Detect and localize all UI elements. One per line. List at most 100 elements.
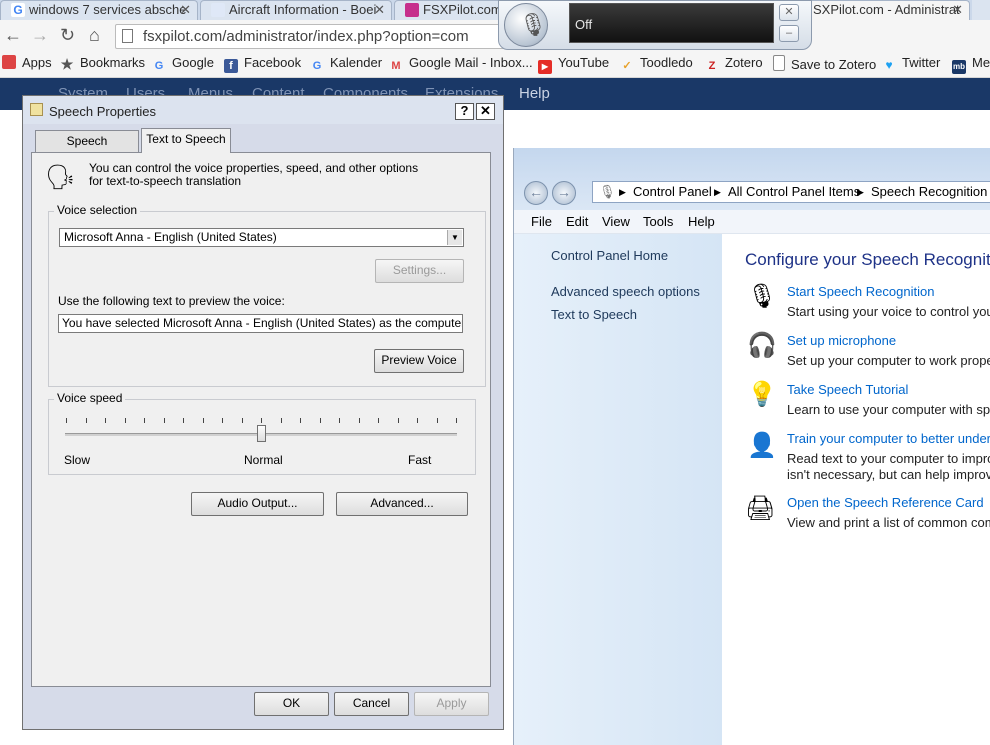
help-button[interactable]: ? <box>455 103 474 120</box>
url-text: fsxpilot.com/administrator/index.php?opt… <box>143 28 469 45</box>
back-icon[interactable]: ← <box>4 25 22 46</box>
task-train-computer[interactable]: Train your computer to better understa <box>787 431 990 446</box>
menu-view[interactable]: View <box>602 214 630 229</box>
forward-icon[interactable]: → <box>552 181 576 205</box>
bookmark-label: Google <box>172 55 214 70</box>
bookmark-label: YouTube <box>558 55 610 70</box>
slider-tick <box>436 418 438 423</box>
browser-tab[interactable]: G windows 7 services absche ✕ <box>0 0 198 20</box>
task-open-reference-card[interactable]: Open the Speech Reference Card <box>787 495 984 510</box>
browser-tab[interactable]: FSXPilot.com - <box>394 0 504 20</box>
task-set-up-microphone[interactable]: Set up microphone <box>787 333 896 348</box>
breadcrumb-all-items[interactable]: All Control Panel Items <box>728 182 860 202</box>
breadcrumb-speech-recognition[interactable]: Speech Recognition <box>871 182 987 202</box>
bookmark-kalender[interactable]: G Kalender <box>310 55 382 73</box>
dialog-titlebar: Speech Properties ? ✕ <box>23 96 503 124</box>
close-tab-icon[interactable]: ✕ <box>180 1 191 18</box>
tab-label: Aircraft Information - Boei <box>229 2 377 17</box>
reload-icon[interactable]: ↻ <box>60 25 75 46</box>
settings-button[interactable]: Settings... <box>375 259 464 283</box>
menu-file[interactable]: File <box>531 214 552 229</box>
task-start-speech-recognition[interactable]: Start Speech Recognition <box>787 284 934 299</box>
ok-button[interactable]: OK <box>254 692 329 716</box>
bookmark-facebook[interactable]: f Facebook <box>224 55 301 73</box>
close-tab-icon[interactable]: ✕ <box>952 1 963 18</box>
task-description: Read text to your computer to improve <box>787 451 990 466</box>
bookmark-toodledo[interactable]: ✓ Toodledo <box>620 55 693 73</box>
checkmark-icon: ✓ <box>622 60 632 72</box>
bookmark-youtube[interactable]: ▶ YouTube <box>538 55 609 74</box>
close-widget-button[interactable]: ✕ <box>779 4 799 21</box>
back-icon[interactable]: ← <box>524 181 548 205</box>
new-tab-button[interactable] <box>972 0 990 20</box>
task-take-speech-tutorial[interactable]: Take Speech Tutorial <box>787 382 908 397</box>
bookmark-apps[interactable]: Apps <box>2 55 52 70</box>
slider-tick <box>339 418 340 423</box>
minimize-widget-button[interactable]: – <box>779 25 799 42</box>
browser-tab[interactable]: Aircraft Information - Boei ✕ <box>200 0 392 20</box>
preview-text-input[interactable]: You have selected Microsoft Anna - Engli… <box>58 314 463 333</box>
dialog-intro-text: You can control the voice properties, sp… <box>89 161 419 188</box>
task-description: View and print a list of common comm <box>787 515 990 530</box>
bookmark-label: Me <box>972 55 990 70</box>
slider-tick <box>222 418 223 423</box>
control-panel-address-bar[interactable]: 🎙 ▶ Control Panel ▶ All Control Panel It… <box>592 181 990 203</box>
fsxpilot-icon <box>405 3 419 17</box>
page-icon <box>211 3 225 17</box>
lightbulb-icon: 💡 <box>747 381 777 408</box>
google-icon: G <box>312 60 322 72</box>
voice-speed-label: Voice speed <box>54 391 126 405</box>
task-description: isn't necessary, but can help improve d <box>787 467 990 482</box>
speech-properties-dialog: Speech Properties ? ✕ Speech Recognition… <box>22 95 504 730</box>
apply-button[interactable]: Apply <box>414 692 489 716</box>
slider-tick <box>163 418 165 423</box>
cancel-button[interactable]: Cancel <box>334 692 409 716</box>
tab-text-to-speech[interactable]: Text to Speech <box>141 128 231 153</box>
bookmark-google[interactable]: G Google <box>152 55 214 73</box>
microphone-button[interactable]: 🎙 <box>504 3 548 47</box>
joomla-menu-help[interactable]: Help <box>519 85 550 102</box>
task-description: Learn to use your computer with speec <box>787 402 990 417</box>
address-bar[interactable]: fsxpilot.com/administrator/index.php?opt… <box>115 24 515 49</box>
slider-tick <box>397 418 399 423</box>
breadcrumb-arrow-icon: ▶ <box>714 187 721 197</box>
forward-icon[interactable]: → <box>31 25 49 46</box>
advanced-button[interactable]: Advanced... <box>336 492 468 516</box>
close-tab-icon[interactable]: ✕ <box>374 1 385 18</box>
preview-voice-button[interactable]: Preview Voice <box>374 349 464 373</box>
close-button[interactable]: ✕ <box>476 103 495 120</box>
breadcrumb-control-panel[interactable]: Control Panel <box>633 182 712 202</box>
bookmark-twitter[interactable]: ♥ Twitter <box>882 55 940 72</box>
sidebar-control-panel-home[interactable]: Control Panel Home <box>551 248 668 263</box>
bookmark-zotero[interactable]: Z Zotero <box>705 55 763 73</box>
bookmark-bookmarks[interactable]: ★ Bookmarks <box>60 55 145 71</box>
bookmark-gmail[interactable]: M Google Mail - Inbox... <box>389 55 532 73</box>
menu-help[interactable]: Help <box>688 214 715 229</box>
preview-text-label: Use the following text to preview the vo… <box>58 294 285 308</box>
tab-label: SXPilot.com - Administrat <box>813 2 960 17</box>
microphone-icon: 🎙 <box>599 184 616 199</box>
page-icon <box>122 29 133 43</box>
sidebar-advanced-speech-options[interactable]: Advanced speech options <box>551 284 700 299</box>
audio-output-button[interactable]: Audio Output... <box>191 492 324 516</box>
sidebar-text-to-speech[interactable]: Text to Speech <box>551 307 637 322</box>
tab-speech-recognition[interactable]: Speech Recognition <box>35 130 139 168</box>
breadcrumb-arrow-icon: ▶ <box>619 187 626 197</box>
slider-tick <box>202 418 204 423</box>
slider-tick <box>378 418 379 423</box>
browser-tab-active[interactable]: SXPilot.com - Administrat ✕ <box>790 0 970 20</box>
dialog-tab-panel: 🗣 You can control the voice properties, … <box>31 152 491 687</box>
menu-tools[interactable]: Tools <box>643 214 673 229</box>
slider-tick <box>241 418 243 423</box>
speed-slider-thumb[interactable] <box>257 425 266 442</box>
user-icon: 👤 <box>747 432 777 459</box>
bookmark-me[interactable]: mb Me <box>952 55 990 74</box>
bookmark-label: Toodledo <box>640 55 693 70</box>
slider-tick <box>280 418 282 423</box>
home-icon[interactable]: ⌂ <box>89 25 100 46</box>
menu-edit[interactable]: Edit <box>566 214 588 229</box>
bookmark-save-to-zotero[interactable]: Save to Zotero <box>773 55 876 72</box>
voice-select[interactable]: Microsoft Anna - English (United States)… <box>59 228 464 247</box>
speed-fast-label: Fast <box>408 453 432 467</box>
slider-tick <box>261 418 262 423</box>
